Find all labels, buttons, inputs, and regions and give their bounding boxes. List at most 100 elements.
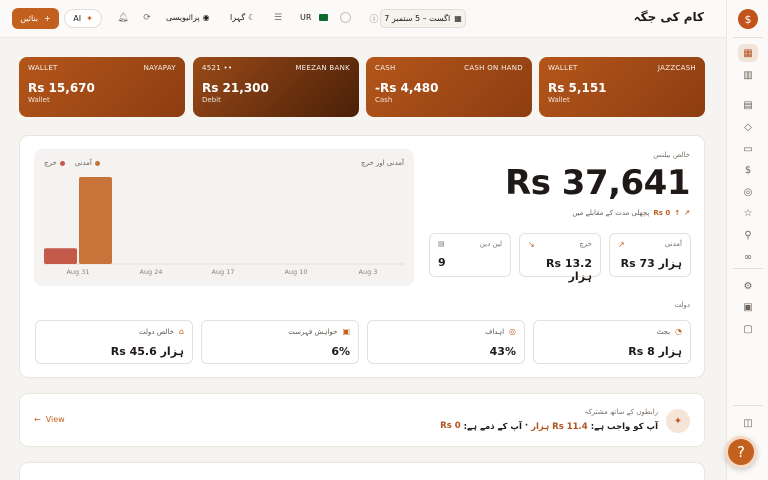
message-icon[interactable]: ▢ xyxy=(738,320,758,338)
create-button[interactable]: بنائیں + xyxy=(12,8,59,29)
dollar-icon[interactable]: $ xyxy=(738,161,758,179)
page-title: کام کی جگہ xyxy=(633,10,704,24)
rail-divider xyxy=(733,37,763,38)
account-subtype: Wallet xyxy=(548,96,570,104)
trend-icon: ↗ xyxy=(684,209,690,217)
account-type: WALLET xyxy=(548,64,578,72)
net-balance-label: خالص بیلنس xyxy=(653,151,690,159)
tag-icon[interactable]: ◇ xyxy=(738,118,758,136)
arrow-up-icon: ↑ xyxy=(674,209,681,217)
stat-expense[interactable]: ↘ خرچ Rs 13.2 ہزار xyxy=(519,233,601,283)
collapse-panel-icon[interactable]: ◫ xyxy=(738,414,758,432)
language-switcher[interactable]: UR xyxy=(300,13,329,22)
view-contacts-link[interactable]: ← View xyxy=(34,415,65,424)
wealth-card-goals[interactable]: اہداف ◎ 43% xyxy=(367,320,525,364)
x-tick-label: Aug 3 xyxy=(359,268,378,276)
ai-button[interactable]: AI ✦ xyxy=(64,9,102,28)
wealth-label: بجٹ xyxy=(656,327,671,336)
chart-legend: خرچ آمدنی xyxy=(44,159,100,167)
income-expense-chart: Aug 3 Aug 10 Aug 17 Aug 24 Aug 31 خرچ آمدنی … xyxy=(34,149,414,286)
trend-up-icon: ↗ xyxy=(618,240,625,249)
view-label: View xyxy=(45,415,65,424)
trend-down-icon: ↘ xyxy=(528,240,535,249)
wealth-label: خالص دولت xyxy=(139,327,174,336)
change-text: پچھلی مدت کے مقابلے میں xyxy=(572,209,650,217)
you-owe-label: آپ کے ذمے ہے: xyxy=(463,422,522,432)
star-icon[interactable]: ☆ xyxy=(738,204,758,222)
account-type: WALLET xyxy=(28,64,58,72)
account-amount: Rs 21,300 xyxy=(202,81,269,95)
x-tick-label: Aug 17 xyxy=(211,268,234,276)
privacy-toggle[interactable]: پرائیویسی ◉ xyxy=(166,13,210,22)
bell-icon[interactable]: 🔔︎ xyxy=(116,11,130,25)
sparkle-icon: ✦ xyxy=(86,14,93,23)
account-card-meezan[interactable]: 4521 •• MEEZAN BANK Rs 21,300 Debit xyxy=(193,57,359,117)
account-name: MEEZAN BANK xyxy=(295,64,350,72)
legend-dot xyxy=(94,160,100,166)
menu-lines-icon[interactable]: ☰ xyxy=(271,11,285,25)
income-bar[interactable] xyxy=(79,177,112,264)
handshake-icon[interactable]: ∞ xyxy=(738,248,758,266)
date-range-picker[interactable]: 7 اگست – 5 ستمبر ▦ xyxy=(380,9,466,28)
account-type: 4521 •• xyxy=(202,64,233,72)
sidebar-rail: $ ▦ ▥ ▤ ◇ ▭ $ ◎ ☆ ⚲ ∞ ⚙ ▣ ▢ ◫ xyxy=(726,0,768,480)
receipt-icon: ▤ xyxy=(438,240,445,248)
expense-bar[interactable] xyxy=(44,248,77,264)
dashboard-icon[interactable]: ▦ xyxy=(738,44,758,62)
target-icon[interactable]: ◎ xyxy=(738,183,758,201)
wealth-card-budget[interactable]: بجٹ ◔ Rs 8 ہزار xyxy=(533,320,691,364)
wealth-section-label: دولت xyxy=(674,301,690,309)
refresh-icon[interactable]: ⟳ xyxy=(140,11,154,25)
create-label: بنائیں xyxy=(20,14,39,23)
wealth-value: 43% xyxy=(489,345,516,358)
gear-icon[interactable]: ⚙ xyxy=(738,277,758,295)
legend-item-expense: خرچ xyxy=(44,159,65,167)
wealth-card-net-worth[interactable]: خالص دولت ⌂ Rs 45.6 ہزار xyxy=(35,320,193,364)
rail-divider xyxy=(733,268,763,269)
target-icon: ◎ xyxy=(509,327,516,336)
you-owe-value: Rs 0 xyxy=(440,421,461,431)
moon-icon: ☾ xyxy=(248,13,256,22)
x-tick-label: Aug 24 xyxy=(139,268,162,276)
account-card-jazzcash[interactable]: WALLET JAZZCASH Rs 5,151 Wallet xyxy=(539,57,705,117)
status-circle-icon[interactable] xyxy=(340,12,351,23)
privacy-label: پرائیویسی xyxy=(166,13,200,22)
report-icon[interactable]: ▣ xyxy=(738,298,758,316)
account-subtype: Cash xyxy=(375,96,393,104)
theme-toggle[interactable]: گہرا ☾ xyxy=(230,13,255,22)
stat-label: لین دین xyxy=(479,240,502,248)
wealth-card-wishlist[interactable]: خواہش فہرست ▣ 6% xyxy=(201,320,359,364)
stat-transactions[interactable]: ▤ لین دین 9 xyxy=(429,233,511,277)
stat-label: آمدنی xyxy=(664,240,682,248)
contacts-balance-line: آپ کو واجب ہے: Rs 11.4 ہزار · آپ کے ذمے … xyxy=(440,421,658,432)
stat-income[interactable]: ↗ آمدنی Rs 73 ہزار xyxy=(609,233,691,277)
legend-item-income: آمدنی xyxy=(75,159,100,167)
overview-panel: Aug 3 Aug 10 Aug 17 Aug 24 Aug 31 خرچ آمدنی … xyxy=(19,135,705,378)
account-name: JAZZCASH xyxy=(657,64,696,72)
help-button[interactable]: ? xyxy=(725,436,757,468)
account-name: NAYAPAY xyxy=(143,64,176,72)
rail-divider xyxy=(733,405,763,406)
stat-label: خرچ xyxy=(579,240,592,248)
pakistan-flag-icon xyxy=(319,14,329,21)
handshake-icon: ✦ xyxy=(666,409,690,433)
net-balance-change: پچھلی مدت کے مقابلے میں Rs 0 ↑ ↗ xyxy=(572,209,690,217)
document-icon[interactable]: ▤ xyxy=(738,96,758,114)
app-logo-icon[interactable]: $ xyxy=(738,9,758,29)
next-section-panel xyxy=(19,462,705,480)
account-card-nayapay[interactable]: WALLET NAYAPAY Rs 15,670 Wallet xyxy=(19,57,185,117)
calendar-icon: ▦ xyxy=(454,14,462,23)
ai-label: AI xyxy=(73,14,82,23)
account-card-cash[interactable]: CASH CASH ON HAND -Rs 4,480 Cash xyxy=(366,57,532,117)
owed-value: Rs 11.4 ہزار xyxy=(531,422,588,432)
wealth-label: خواہش فہرست xyxy=(288,327,338,336)
eye-icon: ◉ xyxy=(202,13,210,22)
bar-chart-icon[interactable]: ▥ xyxy=(738,66,758,84)
wallet-icon[interactable]: ▭ xyxy=(738,140,758,158)
separator: · xyxy=(524,421,529,431)
plus-icon: + xyxy=(44,14,51,23)
account-name: CASH ON HAND xyxy=(464,64,523,72)
user-icon[interactable]: ⚲ xyxy=(738,226,758,244)
info-icon[interactable]: ⓘ xyxy=(367,11,381,25)
theme-label: گہرا xyxy=(230,13,246,22)
